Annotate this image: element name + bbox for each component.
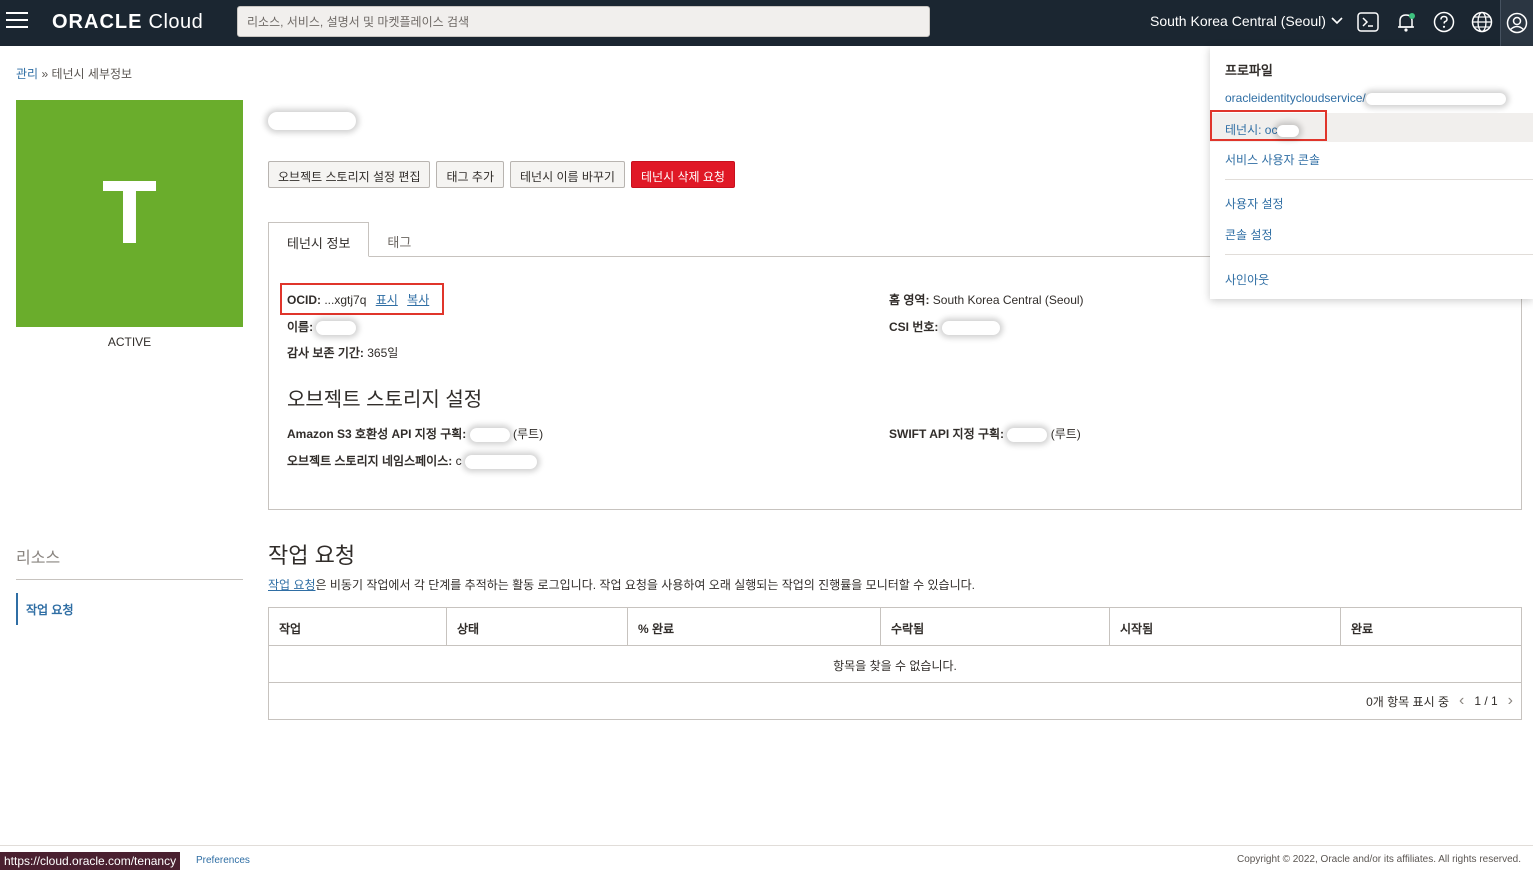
ocid-row: OCID: ...xgtj7q 표시 복사 [287,291,429,308]
tenancy-menu-redacted [1277,124,1300,137]
home-region-label: 홈 영역: [889,293,930,307]
name-value-redacted [316,320,357,335]
home-region-row: 홈 영역: South Korea Central (Seoul) [889,291,1084,308]
previous-page-icon[interactable]: ‹ [1459,692,1464,710]
empty-table-message: 항목을 찾을 수 없습니다. [269,646,1521,683]
next-page-icon[interactable]: › [1508,692,1513,710]
column-header-percent-complete[interactable]: % 완료 [628,608,881,645]
s3-compartment-suffix: (루트) [513,427,544,441]
tenancy-avatar-tile: T [16,100,243,327]
resources-divider [16,579,243,580]
column-header-operation[interactable]: 작업 [269,608,447,645]
namespace-redacted [464,454,537,469]
csi-value-redacted [941,320,1000,335]
language-globe-icon[interactable] [1470,10,1494,34]
page-indicator: 1 / 1 [1474,694,1498,708]
help-icon[interactable] [1432,10,1456,34]
table-pagination: 0개 항목 표시 중 ‹ 1 / 1 › [269,683,1521,719]
menu-divider [1225,179,1533,180]
oracle-cloud-logo[interactable]: ORACLE Cloud [52,11,203,34]
work-requests-doc-link[interactable]: 작업 요청 [268,578,316,592]
console-settings-link[interactable]: 콘솔 설정 [1225,226,1273,243]
home-region-value: South Korea Central (Seoul) [932,293,1084,307]
region-label: South Korea Central (Seoul) [1150,13,1326,29]
add-tag-button[interactable]: 태그 추가 [436,161,504,188]
browser-status-url: https://cloud.oracle.com/tenancy [0,852,181,870]
work-requests-heading: 작업 요청 [268,543,356,568]
user-icon [1506,12,1528,34]
tenancy-name-title-redacted [268,106,358,134]
menu-divider [1225,254,1533,255]
item-count: 0개 항목 표시 중 [1366,694,1449,709]
s3-compartment-label: Amazon S3 호환성 API 지정 구획: [287,427,467,441]
service-user-console-link[interactable]: 서비스 사용자 콘솔 [1225,151,1320,168]
column-header-accepted[interactable]: 수락됨 [881,608,1110,645]
copyright-text: Copyright © 2022, Oracle and/or its affi… [1237,854,1521,865]
column-header-started[interactable]: 시작됨 [1110,608,1341,645]
audit-retention-value: 365일 [367,346,399,360]
region-selector[interactable]: South Korea Central (Seoul) [1150,13,1344,29]
tenancy-status: ACTIVE [107,335,152,349]
search-input[interactable]: 리소스, 서비스, 설명서 및 마켓플레이스 검색 [237,6,930,37]
profile-tenancy-link[interactable]: 테넌시: oc [1225,121,1300,138]
column-header-status[interactable]: 상태 [447,608,628,645]
swift-compartment-redacted [1007,427,1048,442]
sign-out-link[interactable]: 사인아웃 [1225,271,1269,288]
s3-compartment-row: Amazon S3 호환성 API 지정 구획: (루트) [287,425,543,442]
namespace-prefix: c [455,454,462,468]
profile-menu-heading: 프로파일 [1225,63,1273,78]
user-settings-link[interactable]: 사용자 설정 [1225,195,1284,212]
identity-redacted [1365,92,1506,105]
rename-tenancy-button[interactable]: 테넌시 이름 바꾸기 [509,161,625,188]
audit-retention-row: 감사 보존 기간: 365일 [287,344,398,361]
breadcrumb-current: 테넌시 세부정보 [51,67,133,81]
work-requests-table: 작업 상태 % 완료 수락됨 시작됨 완료 항목을 찾을 수 없습니다. 0개 … [268,607,1522,720]
cookie-preferences-link[interactable]: Preferences [196,855,250,866]
breadcrumb-admin-link[interactable]: 관리 [16,67,38,81]
work-requests-description: 작업 요청은 비동기 작업에서 각 단계를 추적하는 활동 로그입니다. 작업 … [268,576,975,593]
tab-tags[interactable]: 태그 [369,222,429,257]
hamburger-menu-icon[interactable] [6,12,28,30]
notification-bell-icon[interactable] [1394,10,1418,34]
brand-cloud: Cloud [148,11,204,33]
namespace-label: 오브젝트 스토리지 네임스페이스: [287,454,453,468]
breadcrumb: 관리 » 테넌시 세부정보 [16,65,132,82]
name-label: 이름: [287,320,314,334]
s3-compartment-redacted [469,427,510,442]
ocid-copy-link[interactable]: 복사 [407,293,429,307]
swift-compartment-row: SWIFT API 지정 구획: (루트) [889,425,1081,442]
profile-dropdown-menu: 프로파일 oracleidentitycloudservice/ 테넌시: oc… [1210,46,1533,299]
cloud-shell-icon[interactable] [1356,10,1380,34]
tab-tenancy-info[interactable]: 테넌시 정보 [268,222,370,257]
csi-row: CSI 번호: [889,318,1000,335]
profile-identity-link[interactable]: oracleidentitycloudservice/ [1225,91,1506,105]
ocid-label: OCID: [287,293,321,307]
ocid-show-link[interactable]: 표시 [376,293,398,307]
identity-text: oracleidentitycloudservice/ [1225,91,1366,105]
redaction-blur [268,112,356,130]
namespace-row: 오브젝트 스토리지 네임스페이스: c [287,452,537,469]
swift-compartment-suffix: (루트) [1050,427,1081,441]
edit-object-storage-settings-button[interactable]: 오브젝트 스토리지 설정 편집 [268,161,431,188]
work-requests-description-text: 은 비동기 작업에서 각 단계를 추적하는 활동 로그입니다. 작업 요청을 사… [315,578,976,592]
profile-avatar-button[interactable] [1500,0,1533,46]
audit-retention-label: 감사 보존 기간: [287,346,364,360]
delete-tenancy-request-button[interactable]: 테넌시 삭제 요청 [630,161,735,188]
table-header: 작업 상태 % 완료 수락됨 시작됨 완료 [269,608,1521,646]
swift-compartment-label: SWIFT API 지정 구획: [889,427,1005,441]
tenancy-menu-text: 테넌시: oc [1225,123,1278,137]
top-navigation-bar: ORACLE Cloud 리소스, 서비스, 설명서 및 마켓플레이스 검색 S… [0,0,1533,46]
breadcrumb-separator: » [41,67,49,81]
sidebar-item-work-requests[interactable]: 작업 요청 [16,593,82,625]
brand-oracle: ORACLE [52,11,143,33]
action-button-row: 오브젝트 스토리지 설정 편집 태그 추가 테넌시 이름 바꾸기 테넌시 삭제 … [268,161,735,188]
object-storage-settings-heading: 오브젝트 스토리지 설정 [287,389,483,411]
column-header-finished[interactable]: 완료 [1341,608,1521,645]
tab-bar: 테넌시 정보 태그 [268,222,429,257]
csi-label: CSI 번호: [889,320,939,334]
resources-heading: 리소스 [16,550,61,567]
ocid-value: ...xgtj7q [324,293,367,307]
name-row: 이름: [287,318,357,335]
chevron-down-icon [1331,17,1343,25]
